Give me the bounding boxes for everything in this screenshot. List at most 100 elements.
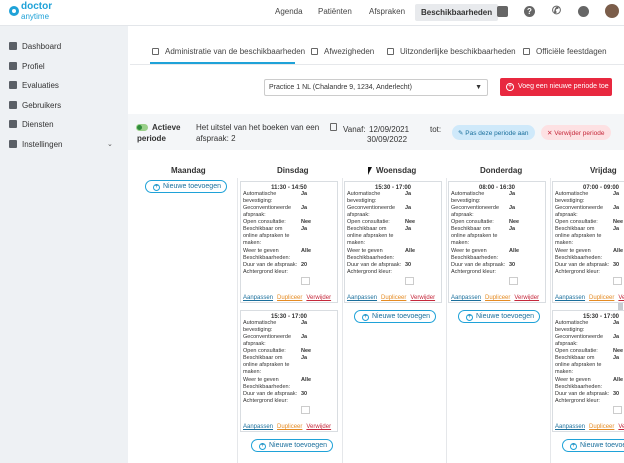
tab-uitzonderlijke[interactable]: Uitzonderlijke beschikbaarheden: [387, 47, 516, 56]
period-status: Actieve: [152, 123, 181, 132]
field-row: Automatische bevestiging: Ja: [451, 191, 543, 205]
field-label-line: Beschikbaarheden:: [243, 255, 291, 261]
field-row: Geconventioneerde afspraak: Ja: [347, 205, 439, 219]
nav-beschikbaarheden[interactable]: Beschikbaarheden: [415, 4, 499, 21]
field-row: Achtergrond kleur:: [243, 398, 335, 406]
add-slot-label: Nieuwe toevoegen: [269, 442, 327, 449]
day-header-vrijdag: Vrijdag: [590, 166, 617, 175]
field-row: Geconventioneerde afspraak: Ja: [555, 205, 624, 219]
phone-icon[interactable]: ✆: [551, 6, 562, 17]
color-swatch[interactable]: [509, 277, 518, 285]
edit-link[interactable]: Aanpassen: [243, 424, 273, 430]
nav-agenda[interactable]: Agenda: [275, 7, 303, 16]
field-label: Beschikbaar om online afspraken te maken:: [243, 355, 299, 376]
avatar[interactable]: [605, 4, 619, 18]
gear-icon[interactable]: [578, 6, 589, 17]
add-slot-button-woensdag[interactable]: + Nieuwe toevoegen: [354, 310, 436, 323]
availability-card: 08:00 - 16:30 Automatische bevestiging: Ja G…: [448, 181, 546, 303]
delete-link[interactable]: Verwijder: [618, 295, 624, 301]
edit-link[interactable]: Aanpassen: [347, 295, 377, 301]
delete-link[interactable]: Verwijder: [514, 295, 539, 301]
field-value: Ja: [613, 320, 620, 326]
day-header-donderdag: Donderdag: [480, 166, 523, 175]
field-label: Achtergrond kleur:: [347, 269, 392, 275]
nav-afspraken[interactable]: Afspraken: [369, 7, 405, 16]
field-value: Nee: [613, 348, 624, 354]
chat-icon[interactable]: [497, 6, 508, 17]
color-swatch[interactable]: [301, 277, 310, 285]
color-swatch[interactable]: [301, 406, 310, 414]
field-label-line: Open consultatie:: [347, 219, 390, 225]
sidebar-item-profiel[interactable]: Profiel: [9, 62, 45, 72]
field-label-line: Open consultatie:: [243, 219, 286, 225]
field-row: Duur van de afspraak: 30: [555, 391, 624, 398]
field-label-line: Open consultatie:: [555, 219, 598, 225]
tab-administratie[interactable]: Administratie van de beschikbaarheden: [152, 47, 305, 56]
duplicate-link[interactable]: Dupliceer: [381, 295, 406, 301]
delete-link[interactable]: Verwijder: [618, 424, 624, 430]
tab-feestdagen[interactable]: Officiële feestdagen: [523, 47, 607, 56]
help-icon[interactable]: ?: [524, 6, 535, 17]
practice-select[interactable]: Practice 1 NL (Chalandre 9, 1234, Anderl…: [264, 79, 488, 96]
field-label: Achtergrond kleur:: [555, 398, 600, 404]
edit-link[interactable]: Aanpassen: [243, 295, 273, 301]
plus-circle-icon: +: [570, 443, 577, 450]
duplicate-link[interactable]: Dupliceer: [589, 424, 614, 430]
color-swatch[interactable]: [613, 277, 622, 285]
field-row: Weer te geven Beschikbaarheden: Alle: [243, 377, 335, 391]
active-toggle[interactable]: [136, 124, 148, 131]
edit-link[interactable]: Aanpassen: [555, 295, 585, 301]
sidebar-item-instellingen[interactable]: Instellingen: [9, 140, 62, 150]
delete-link[interactable]: Verwijder: [410, 295, 435, 301]
field-label-line: maken:: [347, 240, 366, 246]
duplicate-link[interactable]: Dupliceer: [277, 424, 302, 430]
field-label: Beschikbaar om online afspraken te maken:: [347, 226, 403, 247]
field-row: Weer te geven Beschikbaarheden: Alle: [555, 377, 624, 391]
field-row: Duur van de afspraak: 30: [347, 262, 439, 269]
field-row: Achtergrond kleur:: [243, 269, 335, 277]
chevron-down-icon[interactable]: ⌄: [107, 140, 113, 148]
availability-card: 15:30 - 17:00 Automatische bevestiging: Ja G…: [344, 181, 442, 303]
delete-link[interactable]: Verwijder: [306, 424, 331, 430]
add-slot-button-donderdag[interactable]: + Nieuwe toevoegen: [458, 310, 540, 323]
duplicate-link[interactable]: Dupliceer: [589, 295, 614, 301]
edit-period-button[interactable]: ✎ Pas deze periode aan: [452, 125, 535, 140]
edit-link[interactable]: Aanpassen: [451, 295, 481, 301]
field-label-line: maken:: [451, 240, 470, 246]
period-status-line2: periode: [137, 134, 166, 143]
field-label-line: Beschikbaar om: [347, 226, 387, 232]
duplicate-link[interactable]: Dupliceer: [485, 295, 510, 301]
field-label: Achtergrond kleur:: [555, 269, 600, 275]
delete-link[interactable]: Verwijder: [306, 295, 331, 301]
sidebar-item-gebruikers[interactable]: Gebruikers: [9, 101, 61, 111]
edit-link[interactable]: Aanpassen: [555, 424, 585, 430]
column-divider: [342, 178, 343, 463]
day-header-dinsdag: Dinsdag: [277, 166, 309, 175]
add-period-button[interactable]: + Voeg een nieuwe periode toe: [500, 78, 612, 96]
tab-afwezigheden[interactable]: Afwezigheden: [311, 47, 374, 56]
color-swatch[interactable]: [613, 406, 622, 414]
field-row: Achtergrond kleur:: [347, 269, 439, 277]
delete-period-button[interactable]: ✕ Verwijder periode: [541, 125, 611, 140]
field-label-line: Geconventioneerde: [451, 205, 500, 211]
sidebar-item-diensten[interactable]: Diensten: [9, 120, 54, 130]
field-row: Duur van de afspraak: 20: [243, 262, 335, 269]
color-swatch[interactable]: [405, 277, 414, 285]
card-actions: Aanpassen Dupliceer Verwijder: [243, 295, 335, 301]
field-label: Weer te geven Beschikbaarheden:: [243, 248, 299, 262]
field-label: Weer te geven Beschikbaarheden:: [555, 377, 611, 391]
field-row: Beschikbaar om online afspraken te maken: J…: [243, 226, 335, 247]
sidebar-item-evaluaties[interactable]: Evaluaties: [9, 81, 59, 91]
nav-patienten[interactable]: Patiënten: [318, 7, 352, 16]
field-row: Automatische bevestiging: Ja: [347, 191, 439, 205]
sidebar-item-dashboard[interactable]: Dashboard: [9, 42, 61, 52]
field-value: Alle: [301, 248, 312, 254]
field-label: Beschikbaar om online afspraken te maken:: [555, 355, 611, 376]
duplicate-link[interactable]: Dupliceer: [277, 295, 302, 301]
field-label-line: bevestiging:: [555, 327, 585, 333]
add-slot-button-dinsdag[interactable]: + Nieuwe toevoegen: [251, 439, 333, 452]
add-slot-button-vrijdag[interactable]: +Nieuwe toevoegen: [562, 439, 624, 452]
field-label-line: Beschikbaar om: [243, 355, 283, 361]
field-row: Beschikbaar om online afspraken te maken: J…: [243, 355, 335, 376]
add-slot-button-maandag[interactable]: + Nieuwe toevoegen: [145, 180, 227, 193]
